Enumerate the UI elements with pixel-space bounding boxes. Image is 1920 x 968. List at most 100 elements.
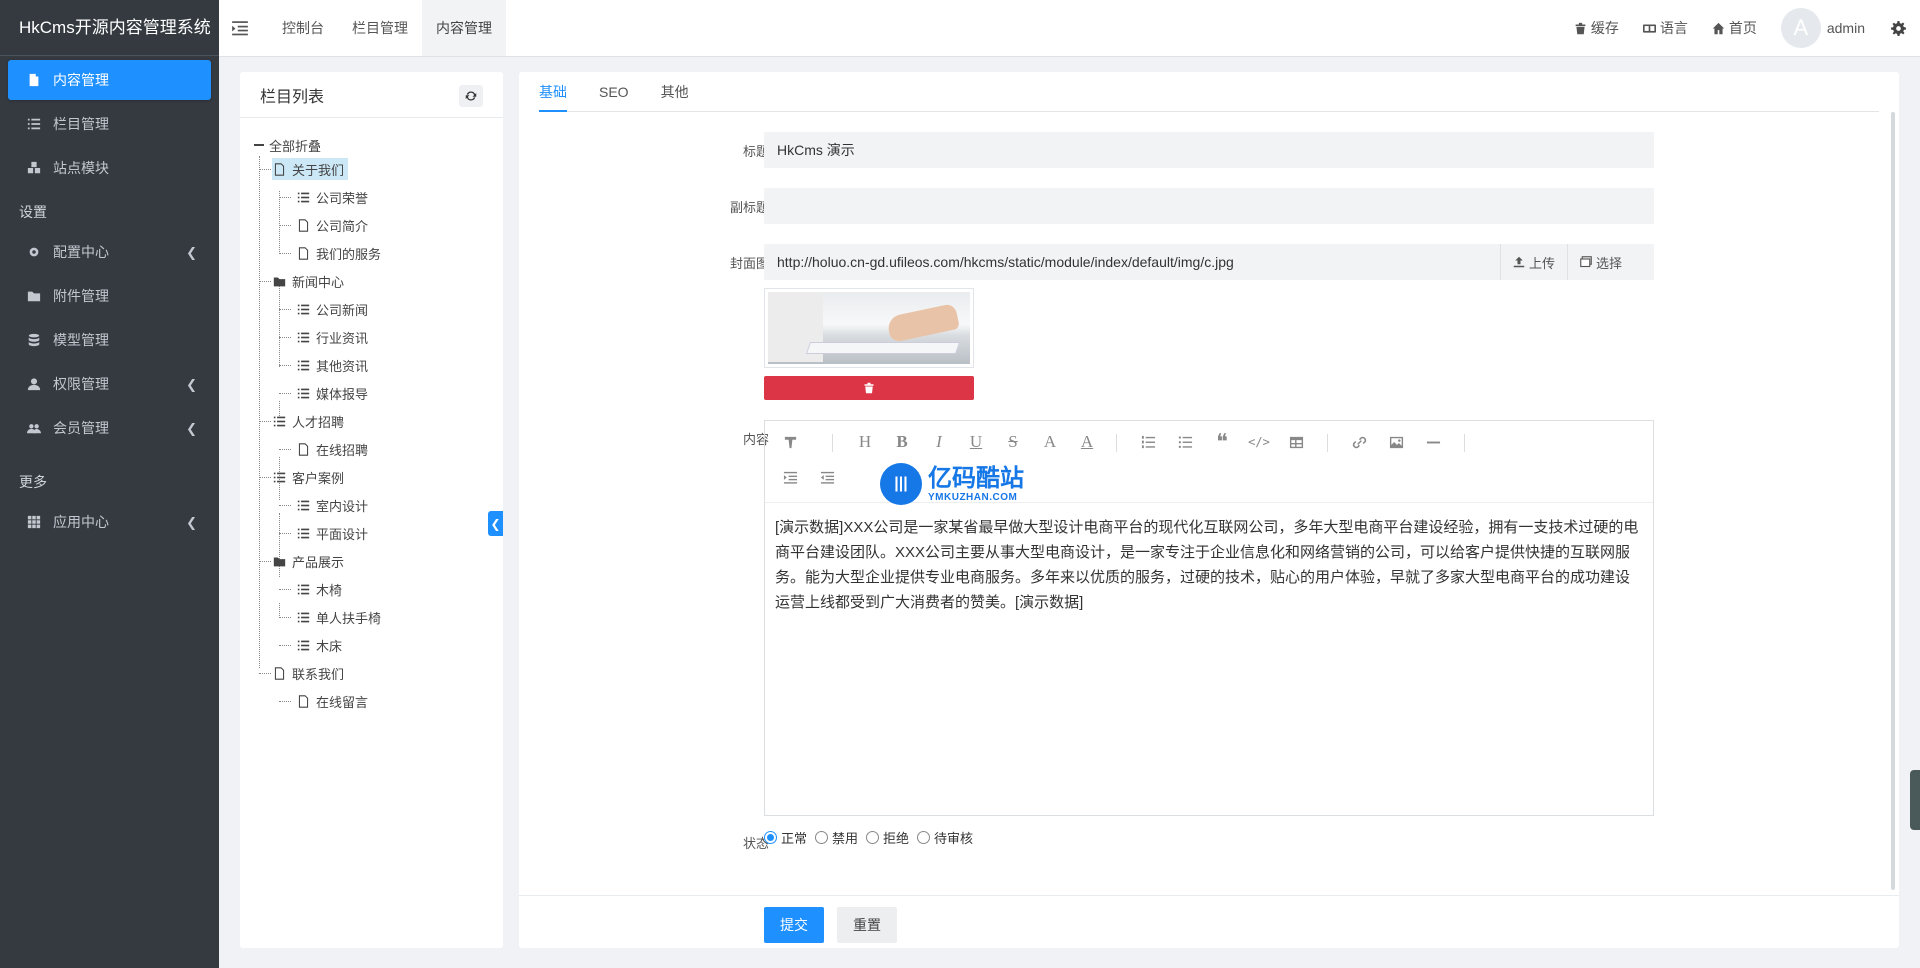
tab-other[interactable]: 其他 (661, 72, 689, 111)
tree-node-contact[interactable]: 联系我们 (272, 662, 344, 684)
clear-format-icon[interactable] (779, 431, 801, 453)
tree-root-collapse-all[interactable]: 全部折叠 (254, 134, 321, 156)
image-icon[interactable] (1385, 431, 1407, 453)
tree-node-about[interactable]: 关于我们 (272, 158, 349, 180)
table-icon[interactable] (1285, 431, 1307, 453)
heading-icon[interactable]: H (854, 431, 876, 453)
list-icon (296, 302, 310, 316)
font-color-icon[interactable]: A (1039, 431, 1061, 453)
tree-node[interactable]: 行业资讯 (296, 326, 368, 348)
tree-node-news[interactable]: 新闻中心 (272, 270, 344, 292)
tree-node[interactable]: 公司新闻 (296, 298, 368, 320)
choose-button[interactable]: 选择 (1567, 244, 1635, 280)
background-color-icon[interactable]: A (1076, 431, 1098, 453)
radio-checked (764, 831, 777, 844)
tree-node-label: 木床 (316, 638, 343, 654)
user-menu[interactable]: A admin (1780, 8, 1865, 48)
tree-node[interactable]: 木椅 (296, 578, 342, 600)
collapse-tree-button[interactable]: ❮ (488, 511, 503, 536)
refresh-button[interactable] (459, 85, 483, 107)
list-icon (272, 470, 286, 484)
underline-icon[interactable]: U (965, 431, 987, 453)
sidebar-item-config[interactable]: 配置中心 ❮ (8, 232, 211, 272)
bold-icon[interactable]: B (891, 431, 913, 453)
strikethrough-icon[interactable]: S (1002, 431, 1024, 453)
code-icon[interactable]: </> (1248, 431, 1270, 453)
tree-node[interactable]: 在线招聘 (296, 438, 368, 460)
top-link-dashboard[interactable]: 控制台 (268, 0, 338, 56)
sidebar-item-content[interactable]: 内容管理 (8, 60, 211, 100)
tree-node-products[interactable]: 产品展示 (272, 550, 344, 572)
unordered-list-icon[interactable] (1174, 431, 1196, 453)
menu-toggle-icon[interactable] (231, 19, 249, 37)
quote-icon[interactable]: ❝ (1211, 429, 1233, 454)
list-icon (296, 610, 310, 624)
sidebar-item-modules[interactable]: 站点模块 (8, 148, 211, 188)
indent-icon[interactable] (779, 466, 801, 488)
editor-body[interactable]: [演示数据]XXX公司是一家某省最早做大型设计电商平台的现代化互联网公司，多年大… (765, 503, 1653, 627)
tree-node-label: 平面设计 (316, 526, 369, 542)
tree-node-cases[interactable]: 客户案例 (272, 466, 344, 488)
sidebar-item-models[interactable]: 模型管理 (8, 320, 211, 360)
status-pending-radio[interactable]: 待审核 (917, 828, 973, 847)
italic-icon[interactable]: I (928, 431, 950, 453)
cover-thumbnail (764, 288, 974, 368)
radio-label: 待审核 (934, 831, 974, 846)
status-label: 状态 (742, 836, 769, 851)
reset-button[interactable]: 重置 (837, 907, 897, 943)
tab-seo[interactable]: SEO (599, 72, 629, 111)
tree-connector (279, 603, 280, 618)
tree-node[interactable]: 我们的服务 (296, 242, 381, 264)
sidebar-item-columns[interactable]: 栏目管理 (8, 104, 211, 144)
list-icon (26, 116, 42, 132)
home-button[interactable]: 首页 (1712, 18, 1757, 38)
tree-connector (259, 561, 271, 562)
list-icon (296, 358, 310, 372)
tree-node[interactable]: 在线留言 (296, 690, 368, 712)
cache-button[interactable]: 缓存 (1574, 18, 1619, 38)
list-icon (296, 330, 310, 344)
tree-connector (279, 191, 280, 254)
brand-title[interactable]: HkCms开源内容管理系统 (0, 0, 219, 56)
tree-node[interactable]: 媒体报导 (296, 382, 368, 404)
tree-node[interactable]: 室内设计 (296, 494, 368, 516)
trash-icon (864, 382, 874, 394)
top-link-columns[interactable]: 栏目管理 (338, 0, 422, 56)
tab-basic[interactable]: 基础 (539, 72, 567, 112)
tree-node[interactable]: 平面设计 (296, 522, 368, 544)
upload-button[interactable]: 上传 (1500, 244, 1568, 280)
sidebar-item-attachments[interactable]: 附件管理 (8, 276, 211, 316)
outdent-icon[interactable] (816, 466, 838, 488)
link-icon[interactable] (1348, 431, 1370, 453)
tree-node[interactable]: 单人扶手椅 (296, 606, 381, 628)
tree-connector (259, 156, 260, 668)
radio-unchecked (866, 831, 880, 844)
rich-text-editor: H B I U S A A ❝ </> ||| 亿码酷站 YMKUZHAN.CO… (764, 420, 1654, 816)
tree-node[interactable]: 其他资讯 (296, 354, 368, 376)
submit-button[interactable]: 提交 (764, 907, 824, 943)
status-rejected-radio[interactable]: 拒绝 (866, 828, 909, 847)
top-link-content[interactable]: 内容管理 (422, 0, 506, 56)
title-field[interactable]: HkCms 演示 (764, 132, 1654, 168)
side-float-widget[interactable] (1910, 770, 1920, 830)
sidebar-item-apps[interactable]: 应用中心 ❮ (8, 502, 211, 542)
tree-connector (259, 421, 271, 422)
sidebar-item-members[interactable]: 会员管理 ❮ (8, 408, 211, 448)
sidebar-item-permissions[interactable]: 权限管理 ❮ (8, 364, 211, 404)
top-nav-links: 控制台 栏目管理 内容管理 (268, 0, 506, 56)
tree-node-jobs[interactable]: 人才招聘 (272, 410, 344, 432)
scrollbar[interactable] (1891, 112, 1895, 890)
status-disabled-radio[interactable]: 禁用 (815, 828, 858, 847)
toolbar-separator (832, 434, 833, 452)
tree-node[interactable]: 公司简介 (296, 214, 368, 236)
subtitle-field[interactable] (764, 188, 1654, 224)
language-button[interactable]: 语言 (1642, 18, 1688, 38)
sidebar-item-label: 权限管理 (53, 376, 109, 392)
horizontal-rule-icon[interactable] (1422, 431, 1444, 453)
delete-cover-button[interactable] (764, 376, 974, 400)
status-normal-radio[interactable]: 正常 (764, 828, 807, 847)
ordered-list-icon[interactable] (1137, 431, 1159, 453)
tree-node[interactable]: 木床 (296, 634, 342, 656)
gear-icon[interactable] (1891, 20, 1906, 36)
tree-node[interactable]: 公司荣誉 (296, 186, 368, 208)
